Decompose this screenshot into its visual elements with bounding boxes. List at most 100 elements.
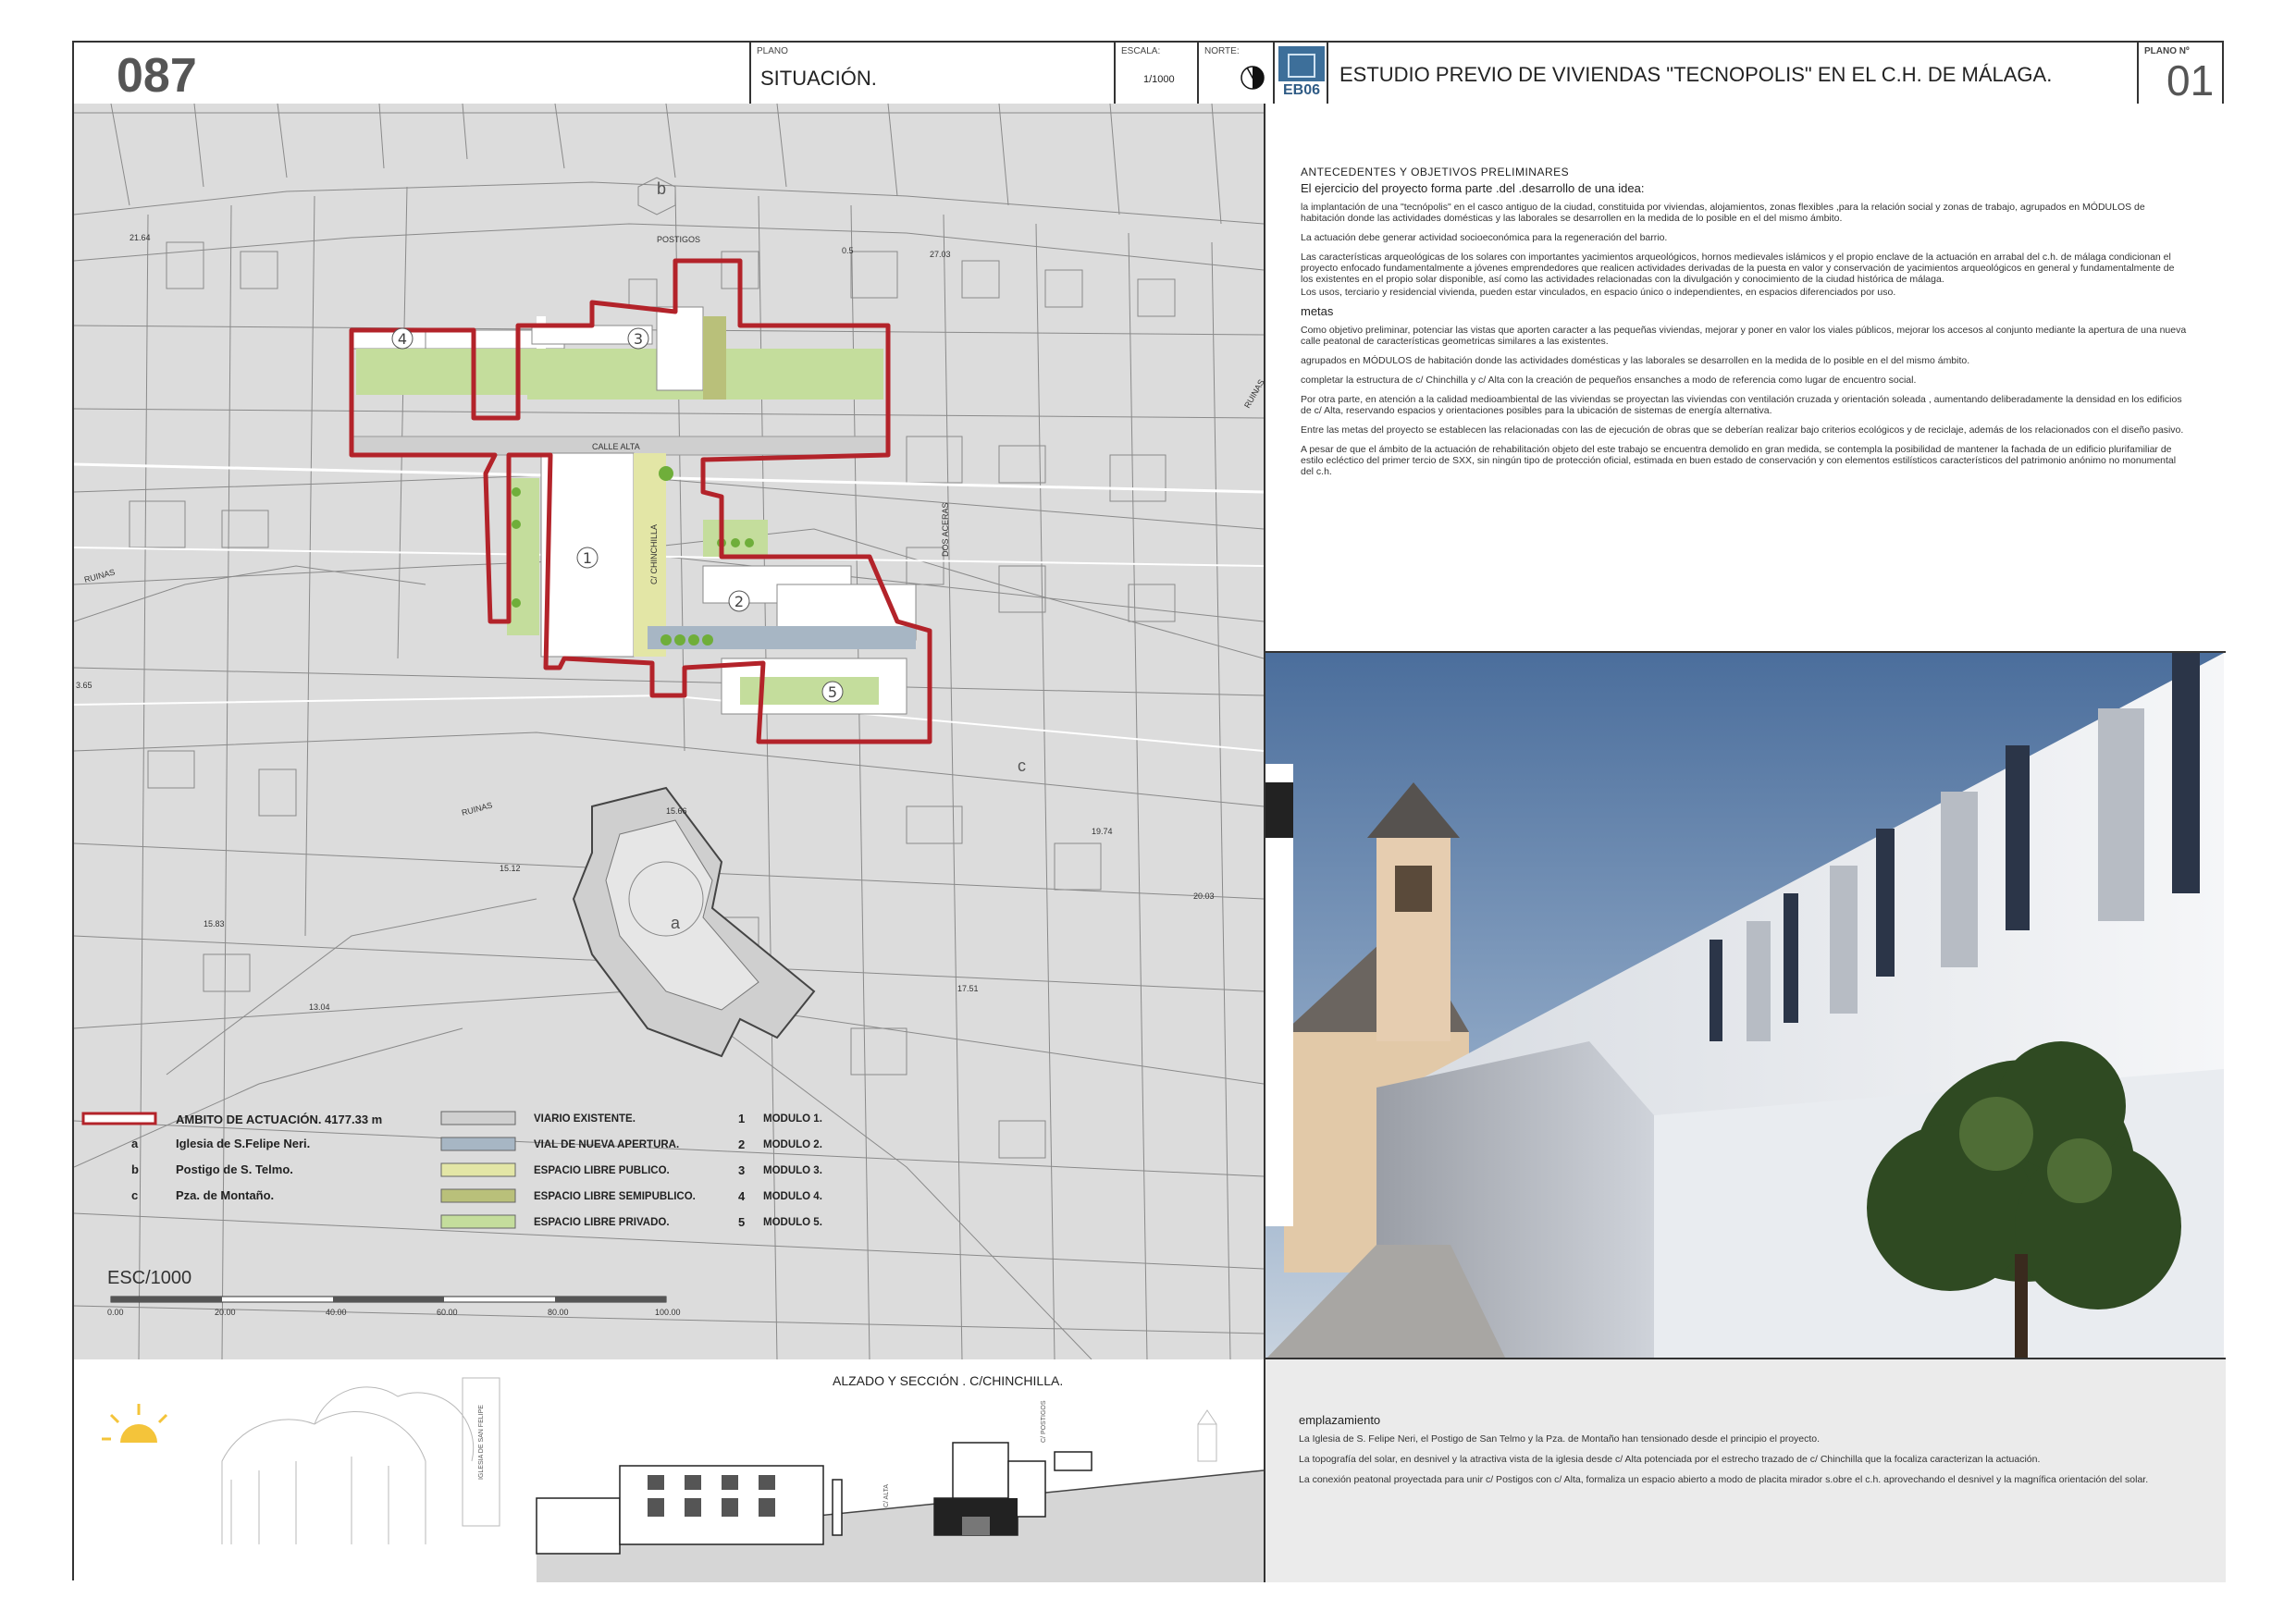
scale-tick-4: 80.00 <box>548 1308 569 1317</box>
legend-num-2: 2 <box>738 1137 745 1151</box>
label-c: c <box>1018 756 1026 775</box>
section-drawing: ALZADO Y SECCIÓN . C/CHINCHILLA. IGLESIA… <box>102 1373 1264 1582</box>
project-title: ESTUDIO PREVIO DE VIVIENDAS "TECNOPOLIS"… <box>1339 63 2053 86</box>
escala-value: 1/1000 <box>1143 74 1175 85</box>
label-c-alta: C/ ALTA <box>883 1484 890 1507</box>
elevation-6: 15.12 <box>500 864 521 873</box>
sheet-frame: 087 PLANO SITUACIÓN. ESCALA: 1/1000 NORT… <box>72 41 2226 1582</box>
antecedentes-paragraph: Los usos, terciario y residencial vivien… <box>1301 287 1896 298</box>
eb06-logo-icon: EB06 <box>1278 46 1325 100</box>
section-title: ALZADO Y SECCIÓN . C/CHINCHILLA. <box>833 1373 1063 1388</box>
legend-key-c: c <box>131 1188 138 1202</box>
scale-tick-0: 0.00 <box>107 1308 124 1317</box>
logo-text: EB06 <box>1278 81 1325 100</box>
legend-swatch-viario <box>440 1111 516 1125</box>
escala-cell: ESCALA: 1/1000 <box>1116 43 1199 104</box>
module-5-label: 5 <box>828 683 837 701</box>
elevation-2: 27.03 <box>930 250 951 259</box>
label-c-postigos: C/ POSTIGOS <box>1041 1400 1047 1443</box>
norte-caption: NORTE: <box>1204 46 1240 56</box>
section-elevation: ALZADO Y SECCIÓN . C/CHINCHILLA. IGLESIA… <box>74 1359 1265 1582</box>
antecedentes-paragraph: Las características arqueológicas de los… <box>1301 252 2175 285</box>
legend-vial: VIAL DE NUEVA APERTURA. <box>534 1139 679 1150</box>
elevation-5: 19.74 <box>1092 827 1113 836</box>
legend-modulo-1: MODULO 1. <box>763 1113 822 1125</box>
legend-num-4: 4 <box>738 1189 746 1203</box>
legend-boundary: AMBITO DE ACTUACIÓN. 4177.33 m <box>176 1113 382 1126</box>
legend-publico: ESPACIO LIBRE PUBLICO. <box>534 1165 670 1176</box>
elevation-7: 20.03 <box>1193 891 1215 901</box>
label-dos-aceras: DOS ACERAS <box>941 502 950 557</box>
legend-postigo: Postigo de S. Telmo. <box>176 1162 293 1176</box>
elevation-9: 17.51 <box>957 984 979 993</box>
street-render-image <box>1265 653 2226 1359</box>
legend-modulo-4: MODULO 4. <box>763 1191 822 1202</box>
elevation-0: 21.64 <box>130 233 151 242</box>
metas-paragraph: Entre las metas del proyecto se establec… <box>1301 424 2184 436</box>
legend-viario: VIARIO EXISTENTE. <box>534 1113 636 1125</box>
legend-plaza: Pza. de Montaño. <box>176 1188 274 1202</box>
label-iglesia: IGLESIA DE SAN FELIPE <box>478 1405 485 1480</box>
logo-cell: EB06 <box>1275 43 1328 104</box>
legend-key-a: a <box>131 1137 139 1150</box>
norte-cell: NORTE: <box>1199 43 1275 104</box>
legend-num-3: 3 <box>738 1163 745 1177</box>
plano-number-cell: PLANO Nº 01 <box>2139 43 2224 105</box>
scale-tick-2: 40.00 <box>326 1308 347 1317</box>
logo-mark <box>1288 54 1315 78</box>
legend-num-5: 5 <box>738 1215 745 1229</box>
label-a: a <box>671 914 681 932</box>
legend-num-1: 1 <box>738 1112 745 1125</box>
label-b: b <box>657 179 666 198</box>
antecedentes-subheading: El ejercicio del proyecto forma parte .d… <box>1301 181 1645 195</box>
legend-swatch-publico <box>440 1162 516 1177</box>
label-postigos: POSTIGOS <box>657 235 700 244</box>
module-4-label: 4 <box>398 330 407 348</box>
render-drawing <box>1265 653 2224 1358</box>
label-calle-alta: CALLE ALTA <box>592 442 640 451</box>
legend-key-b: b <box>131 1162 139 1176</box>
north-arrow-icon <box>1241 66 1265 90</box>
legend-privado: ESPACIO LIBRE PRIVADO. <box>534 1217 670 1228</box>
emplazamiento-paragraph: La conexión peatonal proyectada para uni… <box>1299 1474 2149 1485</box>
sheet-code: 087 <box>117 49 197 103</box>
site-plan-drawing: CALLE ALTA 1 2 3 4 5 b a c POSTIGOS C/ C… <box>74 104 1264 1359</box>
scale-label: ESC/1000 <box>107 1268 191 1288</box>
elevation-3: 3.65 <box>76 681 93 690</box>
emplazamiento-panel: emplazamiento La Iglesia de S. Felipe Ne… <box>1265 1359 2226 1582</box>
legend-swatch-boundary <box>81 1112 157 1125</box>
legend-modulo-2: MODULO 2. <box>763 1139 822 1150</box>
legend-iglesia: Iglesia de S.Felipe Neri. <box>176 1137 310 1150</box>
scale-tick-3: 60.00 <box>437 1308 458 1317</box>
module-3-label: 3 <box>634 330 643 348</box>
metas-paragraph: completar la estructura de c/ Chinchilla… <box>1301 375 1917 386</box>
emplazamiento-paragraph: La Iglesia de S. Felipe Neri, el Postigo… <box>1299 1433 1821 1445</box>
site-plan: CALLE ALTA 1 2 3 4 5 b a c POSTIGOS C/ C… <box>74 104 1265 1359</box>
module-2-label: 2 <box>734 593 744 610</box>
title-block: 087 PLANO SITUACIÓN. ESCALA: 1/1000 NORT… <box>74 43 2222 105</box>
metas-paragraph: A pesar de que el ámbito de la actuación… <box>1301 444 2177 477</box>
emplazamiento-heading: emplazamiento <box>1299 1413 1381 1427</box>
scale-tick-1: 20.00 <box>215 1308 236 1317</box>
escala-caption: ESCALA: <box>1121 46 1161 56</box>
elevation-10: 13.04 <box>309 1002 330 1012</box>
plano-caption: PLANO <box>757 46 788 56</box>
elevation-8: 15.83 <box>204 919 225 928</box>
project-title-cell: ESTUDIO PREVIO DE VIVIENDAS "TECNOPOLIS"… <box>1328 43 2139 104</box>
metas-paragraph: Como objetivo preliminar, potenciar las … <box>1301 325 2187 347</box>
label-chinchilla: C/ CHINCHILLA <box>649 524 659 584</box>
metas-paragraph: Por otra parte, en atención a la calidad… <box>1301 394 2182 416</box>
legend-swatch-semipublico <box>440 1188 516 1203</box>
plano-value: SITUACIÓN. <box>760 67 877 90</box>
antecedentes-heading: ANTECEDENTES Y OBJETIVOS PRELIMINARES <box>1301 166 1570 178</box>
elevation-4: 15.66 <box>666 806 687 816</box>
antecedentes-panel: ANTECEDENTES Y OBJETIVOS PRELIMINARES El… <box>1265 104 2226 653</box>
sheet-code-cell: 087 <box>74 43 751 104</box>
emplazamiento-paragraph: La topografía del solar, en desnivel y l… <box>1299 1454 2041 1465</box>
module-1-label: 1 <box>583 549 592 567</box>
antecedentes-paragraph: La actuación debe generar actividad soci… <box>1301 232 1668 243</box>
sun-icon <box>102 1404 168 1443</box>
plano-cell: PLANO SITUACIÓN. <box>751 43 1116 104</box>
legend-swatch-privado <box>440 1214 516 1229</box>
antecedentes-paragraph: la implantación de una "tecnópolis" en e… <box>1301 202 2145 224</box>
